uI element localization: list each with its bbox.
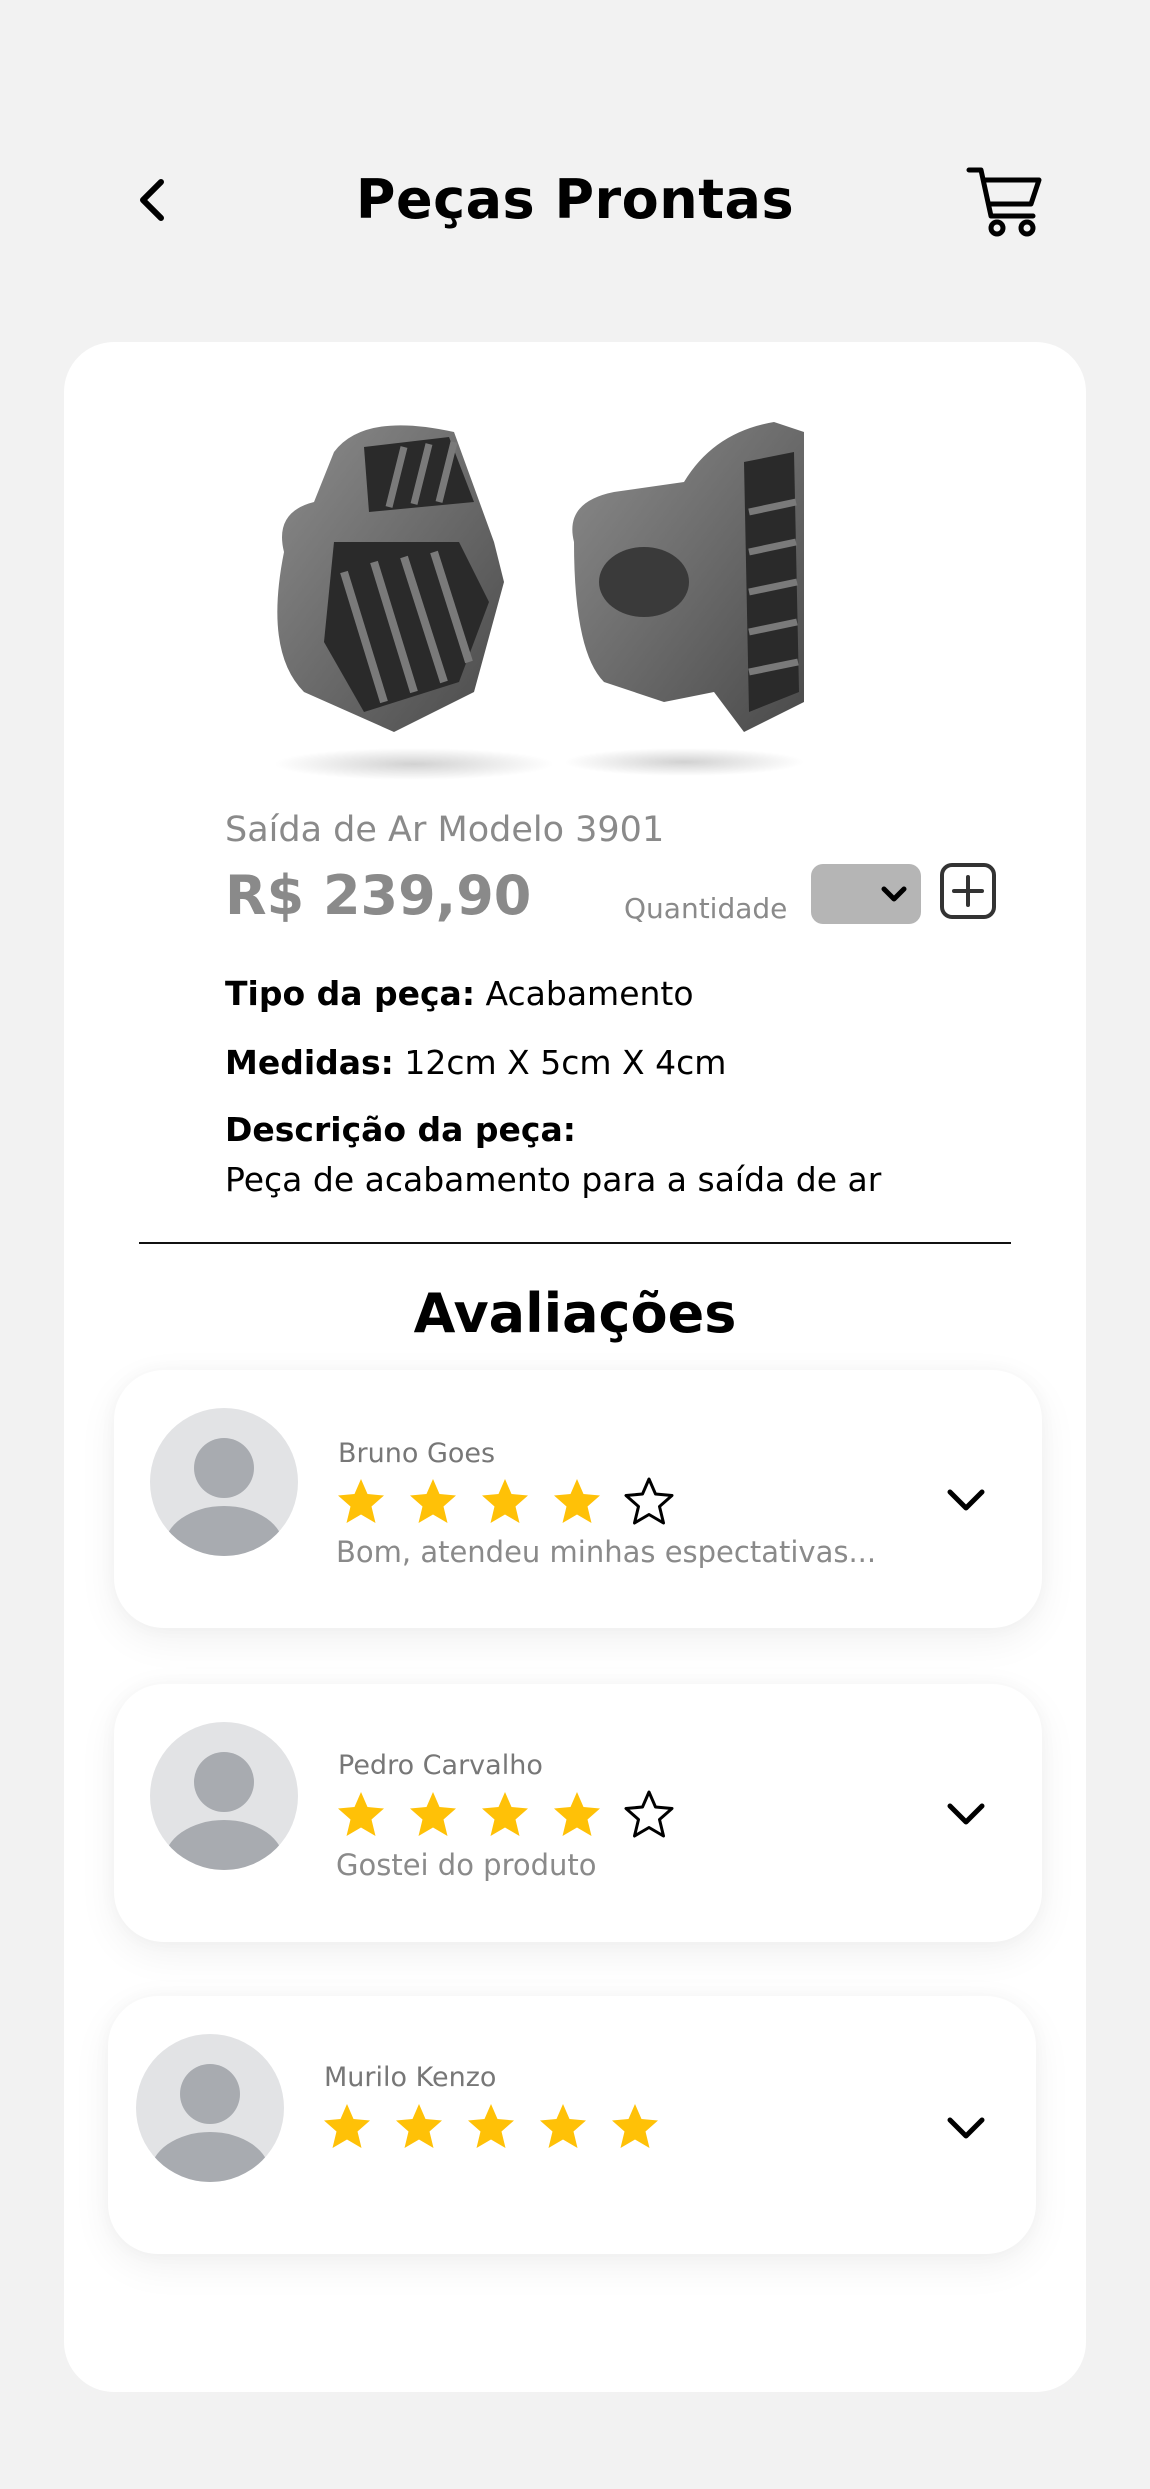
review-comment: Bom, atendeu minhas espectativas... [336, 1535, 877, 1569]
rating-stars [334, 1788, 676, 1842]
star-filled-icon [468, 2104, 514, 2148]
avatar [136, 2034, 284, 2182]
chevron-down-icon [947, 1489, 985, 1511]
reviewer-name: Pedro Carvalho [338, 1750, 543, 1781]
star-filled-icon [612, 2104, 658, 2148]
review-card: Murilo Kenzo [108, 1996, 1036, 2254]
star-filled-icon [482, 1792, 528, 1836]
spec-measures-label: Medidas: [225, 1043, 394, 1082]
chevron-down-icon [947, 1803, 985, 1825]
avatar [150, 1408, 298, 1556]
spec-description-text: Peça de acabamento para a saída de ar [225, 1160, 882, 1199]
cart-icon [966, 167, 1042, 237]
rating-stars [320, 2100, 662, 2154]
spec-type-label: Tipo da peça: [225, 974, 476, 1013]
expand-review-button[interactable] [936, 1470, 996, 1530]
spec-description: Descrição da peça: [225, 1110, 576, 1149]
reviewer-name: Bruno Goes [338, 1438, 496, 1469]
star-filled-icon [410, 1792, 456, 1836]
expand-review-button[interactable] [936, 1784, 996, 1844]
star-filled-icon [410, 1479, 456, 1523]
review-comment: Gostei do produto [336, 1848, 597, 1882]
rating-stars [334, 1475, 676, 1529]
product-image [274, 422, 804, 780]
spec-type: Tipo da peça: Acabamento [225, 974, 694, 1013]
product-price: R$ 239,90 [225, 864, 532, 927]
spec-type-value: Acabamento [485, 974, 694, 1013]
star-filled-icon [396, 2104, 442, 2148]
spec-measures: Medidas: 12cm X 5cm X 4cm [225, 1043, 726, 1082]
avatar [150, 1722, 298, 1870]
expand-review-button[interactable] [936, 2098, 996, 2158]
spec-measures-value: 12cm X 5cm X 4cm [404, 1043, 727, 1082]
spec-description-label: Descrição da peça: [225, 1110, 576, 1149]
reviewer-name: Murilo Kenzo [324, 2062, 497, 2093]
product-card: Saída de Ar Modelo 3901 R$ 239,90 Quanti… [64, 342, 1086, 2392]
reviews-title: Avaliações [413, 1282, 737, 1345]
add-quantity-button[interactable] [939, 862, 997, 920]
chevron-down-icon [947, 2117, 985, 2139]
product-name: Saída de Ar Modelo 3901 [225, 810, 665, 850]
review-card: Bruno Goes Bom, atendeu minhas espectati… [114, 1370, 1042, 1628]
star-filled-icon [540, 2104, 586, 2148]
star-empty-icon [624, 1477, 674, 1525]
divider [139, 1242, 1011, 1244]
header: Peças Prontas [0, 150, 1150, 250]
quantity-select[interactable] [811, 864, 921, 924]
cart-button[interactable] [965, 160, 1045, 240]
star-filled-icon [554, 1479, 600, 1523]
star-filled-icon [482, 1479, 528, 1523]
star-filled-icon [338, 1792, 384, 1836]
quantity-label: Quantidade [624, 892, 788, 925]
star-filled-icon [554, 1792, 600, 1836]
star-filled-icon [338, 1479, 384, 1523]
plus-square-icon [940, 863, 996, 919]
chevron-down-icon [881, 886, 907, 902]
review-card: Pedro Carvalho Gostei do produto [114, 1684, 1042, 1942]
star-empty-icon [624, 1790, 674, 1838]
star-filled-icon [324, 2104, 370, 2148]
